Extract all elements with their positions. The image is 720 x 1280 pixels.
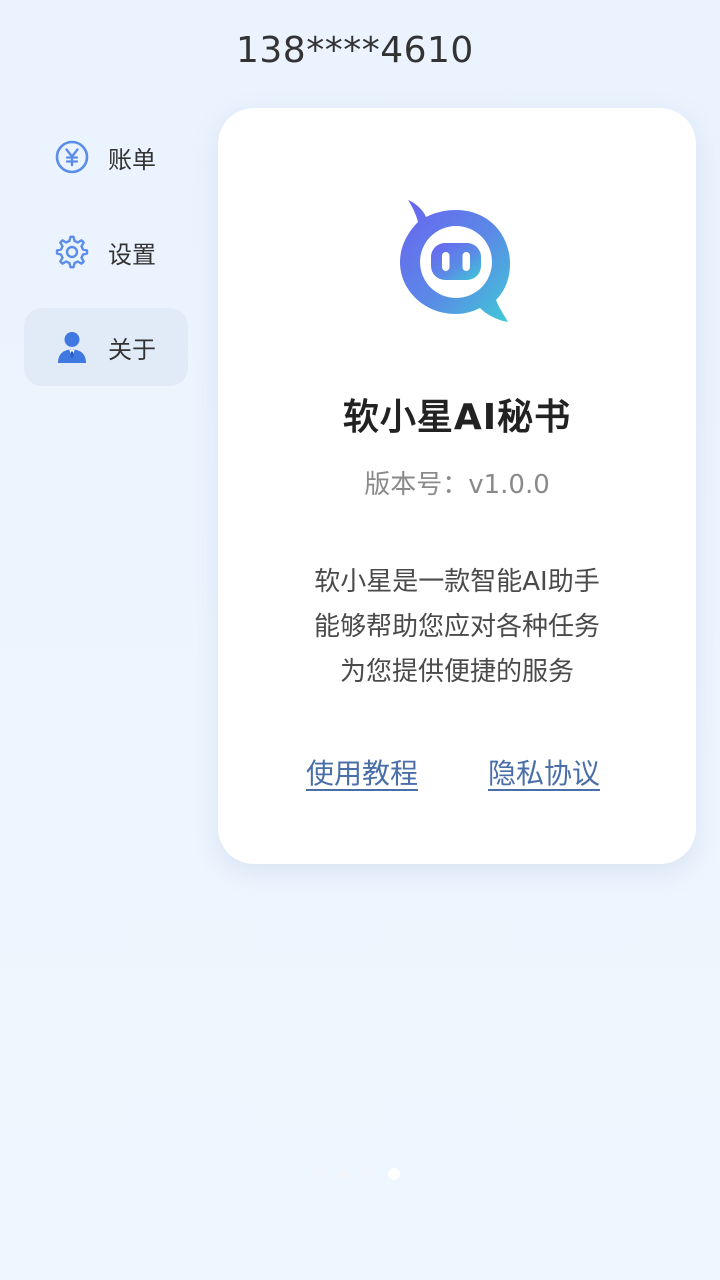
about-card: 软小星AI秘书 版本号：v1.0.0 软小星是一款智能AI助手 能够帮助您应对各…	[218, 108, 696, 864]
menu-item-settings[interactable]: 设置	[24, 213, 188, 291]
privacy-policy-link[interactable]: 隐私协议	[488, 752, 600, 792]
description-line: 为您提供便捷的服务	[339, 657, 574, 687]
app-name: 软小星AI秘书	[342, 397, 572, 438]
menu-label-about: 关于	[108, 335, 156, 364]
yen-icon	[54, 139, 90, 175]
description-line: 能够帮助您应对各种任务	[313, 612, 600, 642]
user-icon	[54, 329, 90, 365]
description-line: 软小星是一款智能AI助手	[314, 567, 600, 597]
page-dot[interactable]	[364, 1169, 374, 1179]
menu-label-bill: 账单	[108, 145, 156, 174]
page-dot[interactable]	[340, 1169, 350, 1179]
about-links: 使用教程 隐私协议	[218, 752, 696, 792]
menu-item-bill[interactable]: 账单	[24, 118, 188, 196]
user-phone-number: 138****4610	[236, 30, 474, 71]
app-description: 软小星是一款智能AI助手 能够帮助您应对各种任务 为您提供便捷的服务	[218, 560, 696, 695]
menu-label-settings: 设置	[108, 240, 156, 269]
side-menu: 账单 设置 关于	[24, 118, 188, 403]
menu-item-about[interactable]: 关于	[24, 308, 188, 386]
app-logo-icon	[400, 200, 510, 322]
tutorial-link[interactable]: 使用教程	[306, 752, 418, 792]
gear-icon	[54, 234, 90, 270]
page-indicator	[316, 1168, 400, 1180]
page-dot-active[interactable]	[388, 1168, 400, 1180]
page-dot[interactable]	[316, 1169, 326, 1179]
about-screen: 138****4610 账单 设置 关于 软小星AI秘书 版本号：v1.0.0 …	[0, 0, 720, 1280]
version-label: 版本号：v1.0.0	[364, 470, 550, 500]
